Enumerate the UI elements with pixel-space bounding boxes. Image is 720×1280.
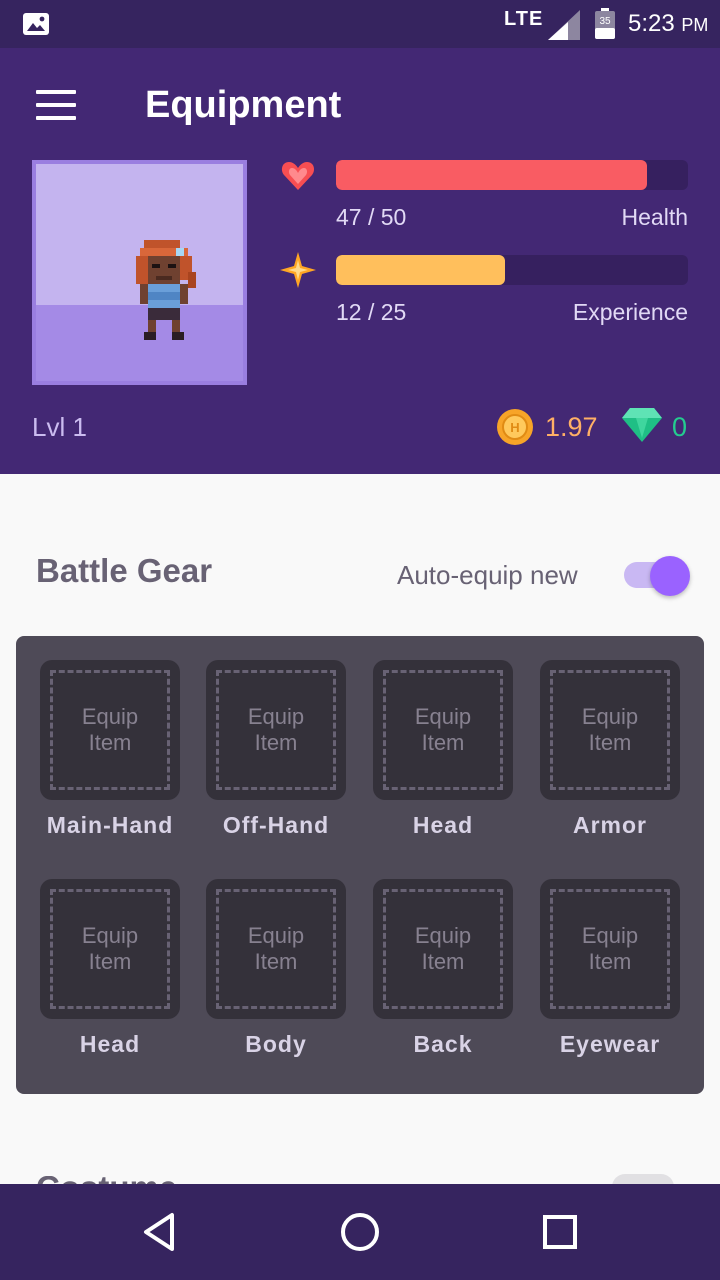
star-icon (280, 252, 316, 288)
equip-placeholder: Equip Item (581, 923, 639, 974)
avatar[interactable] (32, 160, 247, 385)
slot-label: Back (413, 1031, 473, 1057)
heart-icon (281, 162, 315, 190)
experience-bar (336, 255, 688, 285)
equip-slot-head[interactable]: Equip Item Head (373, 660, 513, 838)
equip-slot-eyewear[interactable]: Equip Item Eyewear (540, 879, 680, 1057)
slot-label: Armor (572, 812, 647, 838)
equip-placeholder: Equip Item (414, 704, 472, 755)
auto-equip-toggle[interactable] (624, 556, 690, 596)
clock-time: 5:23 (628, 10, 675, 37)
home-icon[interactable] (338, 1210, 382, 1254)
level-label: Lvl 1 (32, 412, 87, 442)
equip-slot-armor[interactable]: Equip Item Armor (540, 660, 680, 838)
health-value: 47 / 50 (336, 204, 407, 230)
hamburger-menu-icon[interactable] (36, 90, 76, 120)
slot-label: Eyewear (559, 1031, 661, 1057)
slot-label: Main-Hand (46, 812, 174, 838)
battery-icon: 35 (595, 8, 615, 39)
character-sprite (136, 240, 196, 340)
recents-icon[interactable] (538, 1210, 582, 1254)
battery-level: 35 (599, 16, 611, 27)
equip-placeholder: Equip Item (247, 923, 305, 974)
equip-placeholder: Equip Item (81, 704, 139, 755)
auto-equip-label: Auto-equip new (397, 560, 578, 590)
profile-header: Equipment 47 / 50 Health 12 / 25 Experie… (0, 48, 720, 474)
equip-slot-off-hand[interactable]: Equip Item Off-Hand (206, 660, 346, 838)
equip-placeholder: Equip Item (247, 704, 305, 755)
health-label: Health (621, 204, 688, 230)
page-title: Equipment (145, 84, 342, 126)
back-icon[interactable] (138, 1210, 182, 1254)
gold-coin-icon: H (497, 409, 533, 445)
health-bar (336, 160, 688, 190)
slot-label: Head (79, 1031, 141, 1057)
equip-slot-back[interactable]: Equip Item Back (373, 879, 513, 1057)
equip-slot-main-hand[interactable]: Equip Item Main-Hand (40, 660, 180, 838)
equip-slot-head-accessory[interactable]: Equip Item Head (40, 879, 180, 1057)
network-type: LTE (504, 8, 544, 30)
clock: 5:23 PM (628, 10, 708, 38)
experience-label: Experience (572, 299, 688, 325)
equip-placeholder: Equip Item (414, 923, 472, 974)
svg-text:H: H (510, 420, 519, 435)
equip-placeholder: Equip Item (81, 923, 139, 974)
signal-icon (548, 10, 580, 40)
equip-slot-body[interactable]: Equip Item Body (206, 879, 346, 1057)
gem-icon (622, 408, 662, 442)
clock-ampm: PM (681, 15, 709, 35)
slot-label: Body (245, 1031, 307, 1057)
navigation-bar (0, 1184, 720, 1280)
costume-toggle[interactable] (612, 1174, 674, 1184)
battle-gear-panel: Equip Item Main-Hand Equip Item Off-Hand E… (16, 636, 704, 1094)
gallery-icon (23, 13, 49, 35)
equip-placeholder: Equip Item (581, 704, 639, 755)
battle-gear-title: Battle Gear (36, 552, 213, 589)
gem-amount: 0 (672, 412, 688, 442)
slot-label: Head (412, 812, 474, 838)
gold-amount: 1.97 (545, 412, 598, 442)
experience-value: 12 / 25 (336, 299, 407, 325)
status-bar: LTE 35 5:23 PM (0, 0, 720, 48)
slot-label: Off-Hand (222, 812, 330, 838)
